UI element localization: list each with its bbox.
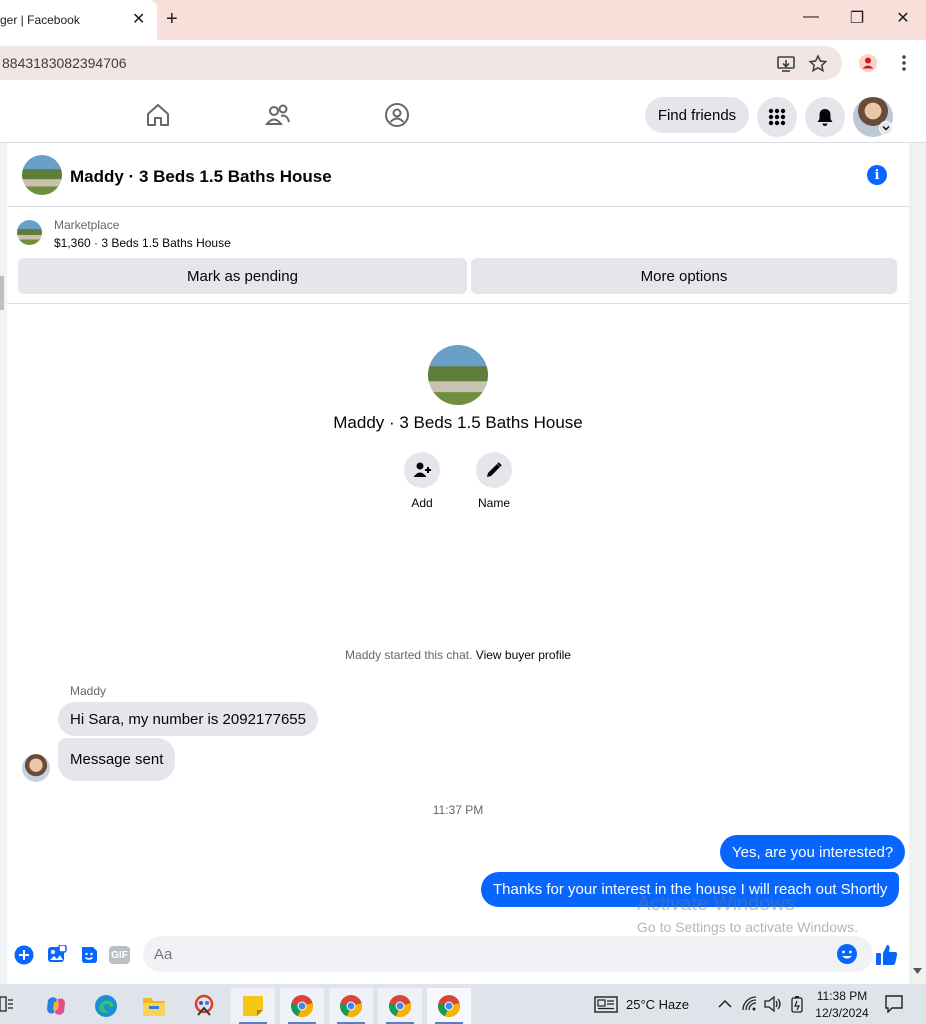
taskbar-edge[interactable] [84, 988, 128, 1024]
find-friends-button[interactable]: Find friends [645, 97, 749, 133]
add-action[interactable]: Add [392, 452, 452, 510]
add-person-icon [413, 462, 431, 477]
browser-tab[interactable]: ger | Facebook ✕ [0, 0, 157, 40]
photo-icon[interactable] [47, 945, 67, 965]
chat-panel: Maddy · 3 Beds 1.5 Baths House i Marketp… [7, 143, 909, 984]
edge-icon [95, 995, 117, 1017]
profile-icon[interactable] [858, 53, 878, 73]
chat-header: Maddy · 3 Beds 1.5 Baths House i [7, 143, 909, 207]
view-buyer-profile-link[interactable]: View buyer profile [476, 648, 571, 662]
mark-as-pending-button[interactable]: Mark as pending [18, 258, 467, 294]
message-input[interactable] [143, 936, 873, 972]
add-label: Add [411, 496, 433, 510]
browser-tab-bar: ger | Facebook ✕ + — ❐ ✕ [0, 0, 926, 40]
grid-menu-icon [768, 108, 786, 126]
taskbar-snipping-tool[interactable] [182, 988, 226, 1024]
url-box[interactable]: 8843183082394706 [0, 46, 842, 80]
page-scrollbar[interactable] [909, 143, 926, 984]
left-page-strip [0, 143, 7, 984]
chrome-icon [340, 995, 362, 1018]
emoji-icon[interactable] [836, 943, 858, 965]
clock-date: 12/3/2024 [815, 1006, 869, 1020]
windows-taskbar: 25°C Haze 11:38 PM 12/3/2024 [0, 984, 926, 1024]
task-view-icon[interactable] [0, 996, 14, 1012]
add-person-button[interactable] [404, 452, 440, 488]
conversation-avatar[interactable] [22, 155, 62, 195]
friends-icon[interactable] [265, 102, 291, 128]
taskbar-chrome-2[interactable] [329, 988, 373, 1024]
profile-name: Maddy · 3 Beds 1.5 Baths House [333, 413, 583, 432]
browser-menu-icon[interactable] [894, 53, 914, 73]
window-minimize-button[interactable]: — [796, 8, 826, 26]
url-text: 8843183082394706 [2, 55, 127, 71]
more-options-button[interactable]: More options [471, 258, 897, 294]
facebook-nav-bar: Find friends [0, 87, 926, 143]
listing-thumbnail[interactable] [17, 220, 42, 245]
weather-text[interactable]: 25°C Haze [626, 997, 689, 1012]
activate-windows-title: Activate Windows [637, 893, 795, 915]
notification-center-icon[interactable] [885, 995, 903, 1013]
sender-avatar[interactable] [22, 754, 50, 782]
thumbs-up-icon[interactable] [875, 943, 899, 967]
tab-close-icon[interactable]: ✕ [132, 10, 145, 30]
chevron-up-icon[interactable] [718, 999, 732, 1008]
window-close-button[interactable]: ✕ [888, 8, 918, 28]
profile-avatar[interactable] [428, 345, 488, 405]
edit-name-button[interactable] [476, 452, 512, 488]
name-label: Name [477, 496, 510, 510]
clock-time: 11:38 PM [816, 989, 868, 1003]
taskbar-chrome-1[interactable] [280, 988, 324, 1024]
outgoing-message[interactable]: Yes, are you interested? [720, 835, 906, 869]
listing-price[interactable]: $1,360 · 3 Beds 1.5 Baths House [54, 236, 231, 250]
weather-news-icon[interactable] [594, 996, 618, 1013]
taskbar-copilot[interactable] [34, 988, 78, 1024]
tab-title: ger | Facebook [0, 13, 80, 27]
copilot-icon [47, 997, 65, 1015]
taskbar-chrome-4[interactable] [427, 988, 471, 1024]
notifications-button[interactable] [805, 97, 845, 137]
plus-circle-icon[interactable] [14, 945, 34, 965]
home-icon[interactable] [145, 102, 171, 128]
scroll-down-arrow-icon[interactable] [913, 968, 922, 975]
system-clock[interactable]: 11:38 PM 12/3/2024 [810, 988, 874, 1022]
sticky-notes-icon [243, 996, 263, 1016]
new-tab-button[interactable]: + [166, 8, 178, 31]
folder-icon [143, 998, 165, 1016]
volume-icon[interactable] [764, 996, 782, 1012]
menu-grid-button[interactable] [757, 97, 797, 137]
chrome-icon [291, 995, 313, 1018]
battery-icon[interactable] [790, 995, 804, 1013]
chrome-icon [438, 995, 460, 1018]
bookmark-star-icon[interactable] [808, 54, 828, 74]
bell-icon [817, 109, 833, 126]
groups-icon[interactable] [384, 102, 410, 128]
incoming-message[interactable]: Hi Sara, my number is 2092177655 [58, 702, 318, 736]
taskbar-chrome-3[interactable] [378, 988, 422, 1024]
chevron-down-icon[interactable] [879, 121, 893, 135]
marketplace-listing-bar: Marketplace $1,360 · 3 Beds 1.5 Baths Ho… [7, 208, 909, 304]
address-bar: 8843183082394706 [0, 40, 926, 87]
message-timestamp: 11:37 PM [432, 803, 484, 817]
window-restore-button[interactable]: ❐ [842, 8, 872, 28]
listing-source: Marketplace [54, 218, 120, 232]
taskbar-file-explorer[interactable] [132, 988, 176, 1024]
started-text: Maddy started this chat. [345, 648, 476, 662]
taskbar-sticky-notes[interactable] [231, 988, 275, 1024]
install-app-icon[interactable] [776, 54, 796, 74]
snipping-tool-icon [194, 994, 214, 1016]
chat-title[interactable]: Maddy · 3 Beds 1.5 Baths House [70, 167, 332, 187]
wifi-icon[interactable] [742, 996, 758, 1012]
gif-icon[interactable]: GIF [109, 946, 130, 964]
sender-name: Maddy [70, 684, 107, 698]
chat-started-notice: Maddy started this chat. View buyer prof… [7, 648, 909, 662]
pencil-icon [487, 462, 502, 477]
info-icon[interactable]: i [867, 165, 887, 185]
incoming-message[interactable]: Message sent [58, 738, 176, 781]
chrome-icon [389, 995, 411, 1018]
name-action[interactable]: Name [464, 452, 524, 510]
sticker-icon[interactable] [79, 945, 99, 965]
activate-windows-subtitle: Go to Settings to activate Windows. [637, 919, 858, 935]
left-scroll-thumb[interactable] [0, 276, 4, 310]
